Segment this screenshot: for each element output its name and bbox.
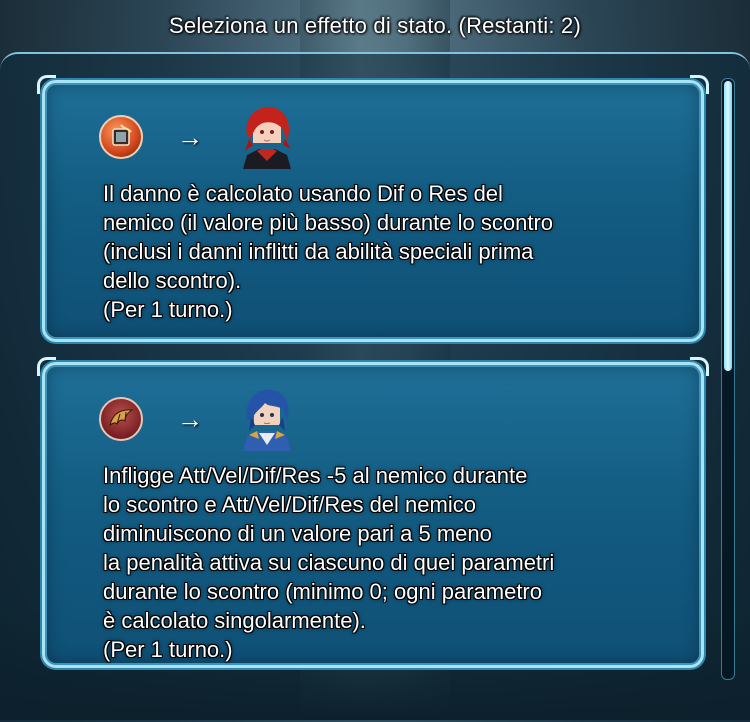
description-line: la penalità attiva su ciascuno di quei p… xyxy=(103,550,555,575)
blue-haired-hero-portrait xyxy=(237,387,297,451)
red-haired-hero-portrait xyxy=(237,105,297,169)
description-line: Il danno è calcolato usando Dif o Res de… xyxy=(103,181,503,206)
effect-description: Il danno è calcolato usando Dif o Res de… xyxy=(103,179,681,324)
status-effect-card-1[interactable]: → Il danno è calcolato usando Dif o Res … xyxy=(37,75,709,342)
header-bar: Seleziona un effetto di stato. (Restanti… xyxy=(0,0,750,52)
arrow-icon: → xyxy=(177,403,203,434)
description-line: durante lo scontro (minimo 0; ogni param… xyxy=(103,579,542,604)
scrollbar-thumb[interactable] xyxy=(724,81,732,371)
description-line: lo scontro e Att/Vel/Dif/Res del nemico xyxy=(103,492,476,517)
scrollbar[interactable] xyxy=(721,78,735,680)
description-line: (Per 1 turno.) xyxy=(103,297,233,322)
page-title: Seleziona un effetto di stato. (Restanti… xyxy=(169,13,581,38)
description-line: (inclusi i danni inflitti da abilità spe… xyxy=(103,239,534,264)
effect-header-row: → xyxy=(99,105,297,169)
flaming-book-status-icon xyxy=(99,115,143,159)
dragon-wing-status-icon xyxy=(99,397,143,441)
effect-header-row: → xyxy=(99,387,297,451)
description-line: (Per 1 turno.) xyxy=(103,637,233,662)
arrow-icon: → xyxy=(177,121,203,152)
description-line: nemico (il valore più basso) durante lo … xyxy=(103,210,554,235)
status-effect-card-2[interactable]: → Infligge Att/Vel/Dif/Res -5 al nemico … xyxy=(37,357,709,668)
effect-description: Infligge Att/Vel/Dif/Res -5 al nemico du… xyxy=(103,461,681,664)
description-line: Infligge Att/Vel/Dif/Res -5 al nemico du… xyxy=(103,463,528,488)
description-line: è calcolato singolarmente). xyxy=(103,608,366,633)
description-line: dello scontro). xyxy=(103,268,242,293)
description-line: diminuiscono di un valore pari a 5 meno xyxy=(103,521,492,546)
